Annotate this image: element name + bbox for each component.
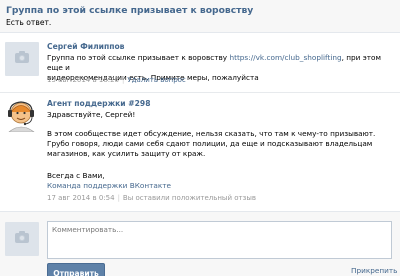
- page-header: Группа по этой ссылке призывает к воровс…: [0, 0, 400, 33]
- support-agent-icon[interactable]: [5, 98, 39, 132]
- camera-placeholder-icon[interactable]: [5, 42, 39, 76]
- message-user: Сергей Филиппов Группа по этой ссылке пр…: [0, 38, 400, 90]
- message-date: 17 авг 2014 в 0:54: [47, 194, 115, 202]
- support-team-link[interactable]: Команда поддержки ВКонтакте: [47, 181, 392, 191]
- author-name[interactable]: Агент поддержки #298: [47, 99, 151, 108]
- message-greeting: Здравствуйте, Сергей!: [47, 110, 136, 119]
- attach-link[interactable]: Прикрепить: [351, 266, 397, 275]
- comment-input[interactable]: [47, 221, 392, 259]
- delete-question-link[interactable]: Удалить вопрос: [127, 76, 185, 84]
- page-title: Группа по этой ссылке призывает к воровс…: [6, 5, 254, 16]
- reply-box: Отправить Прикрепить: [0, 211, 400, 276]
- message-meta: 17 авг 2014 в 0:54 | Вы оставили положител…: [47, 194, 256, 202]
- message-signoff: Всегда с Вами,: [47, 171, 105, 180]
- message-meta: 15 авг 2014 в 16:28 | Удалить вопрос: [47, 76, 186, 84]
- send-button[interactable]: Отправить: [47, 263, 105, 276]
- status-text: Есть ответ.: [6, 18, 52, 27]
- author-name[interactable]: Сергей Филиппов: [47, 42, 125, 51]
- separator: |: [117, 194, 120, 202]
- separator: |: [122, 76, 125, 84]
- message-support: Агент поддержки #298 Здравствуйте, Серге…: [0, 92, 400, 208]
- message-link[interactable]: https://vk.com/club_shoplifting: [229, 53, 341, 62]
- message-body: В этом сообществе идет обсуждение, нельз…: [47, 129, 376, 158]
- camera-placeholder-icon: [5, 222, 39, 256]
- feedback-status: Вы оставили положительный отзыв: [122, 194, 256, 202]
- message-text-part: Группа по этой ссылке призывает к воровс…: [47, 53, 230, 62]
- message-date: 15 авг 2014 в 16:28: [47, 76, 120, 84]
